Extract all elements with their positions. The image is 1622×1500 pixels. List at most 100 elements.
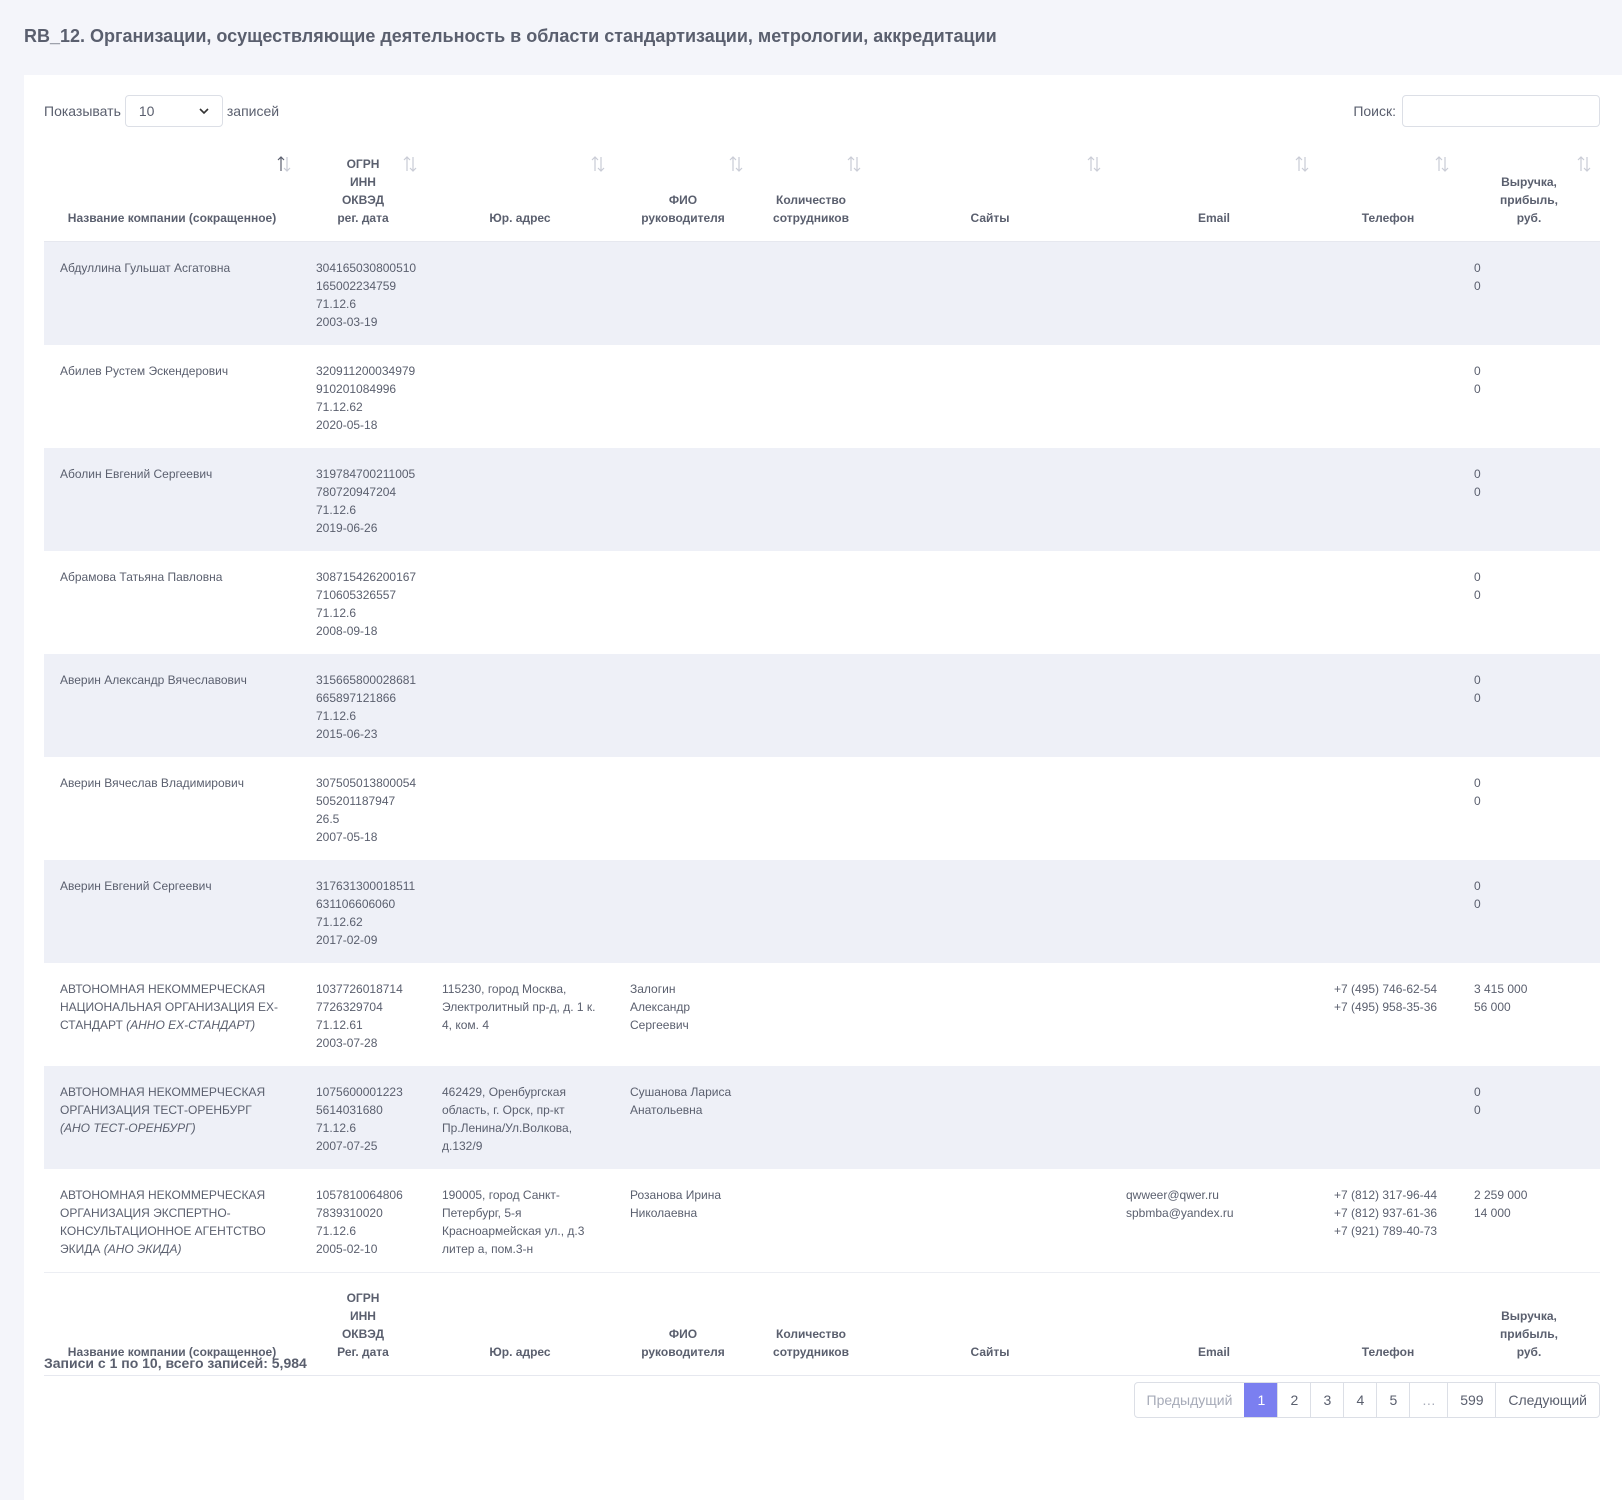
footer-header-revenue: Выручка, прибыль, руб. — [1458, 1271, 1600, 1376]
phone-value: +7 (495) 746-62-54 — [1334, 981, 1438, 996]
cell-ogrn-inn: 304165030800510 165002234759 71.12.6 2003-0… — [300, 241, 426, 345]
address-value: 190005, город Санкт-Петербург, 5-я Красн… — [442, 1187, 585, 1256]
cell-email — [1110, 447, 1318, 551]
okved-value: 71.12.61 — [316, 1017, 363, 1032]
cell-address — [426, 241, 614, 345]
company-short-name: (АНО ТЕСТ-ОРЕНБУРГ) — [60, 1120, 196, 1135]
cell-address — [426, 344, 614, 448]
inn-value: 5614031680 — [316, 1102, 383, 1117]
cell-ogrn-inn: 308715426200167 710605326557 71.12.6 2008-0… — [300, 550, 426, 654]
revenue-value: 0 — [1474, 466, 1481, 481]
cell-director: Розанова Ирина Николаевна — [614, 1168, 752, 1272]
inn-value: 165002234759 — [316, 278, 397, 293]
column-header-revenue[interactable]: Выручка, прибыль, руб. — [1458, 145, 1600, 242]
ogrn-value: 304165030800510 — [316, 260, 417, 275]
cell-company-name: Аболин Евгений Сергеевич — [44, 447, 300, 551]
table-row[interactable]: Абилев Рустем Эскендерович 32091120003497… — [44, 344, 1600, 448]
ogrn-value: 307505013800054 — [316, 775, 417, 790]
email-link[interactable]: spbmba@yandex.ru — [1126, 1204, 1302, 1222]
sort-icon — [1577, 156, 1591, 172]
cell-director — [614, 859, 752, 963]
cell-employees — [752, 447, 870, 551]
page-length-control: Показывать 10 записей — [44, 95, 279, 127]
footer-header-director: ФИО руководителя — [614, 1271, 752, 1376]
ogrn-value: 1075600001223 — [316, 1084, 403, 1099]
revenue-value: 3 415 000 — [1474, 981, 1528, 996]
page-button-3[interactable]: 3 — [1310, 1383, 1343, 1417]
page-button-1[interactable]: 1 — [1244, 1383, 1278, 1417]
revenue-value: 0 — [1474, 569, 1481, 584]
cell-address — [426, 447, 614, 551]
reg-date-value: 2007-05-18 — [316, 829, 378, 844]
cell-sites — [870, 653, 1110, 757]
table-row[interactable]: Аверин Александр Вячеславович 31566580002… — [44, 653, 1600, 757]
ogrn-value: 1037726018714 — [316, 981, 403, 996]
cell-revenue: 00 — [1458, 756, 1600, 860]
cell-employees — [752, 1168, 870, 1272]
profit-value: 0 — [1474, 587, 1481, 602]
cell-address — [426, 550, 614, 654]
page-button-5[interactable]: 5 — [1376, 1383, 1409, 1417]
column-header-name[interactable]: Название компании (сокращенное) — [44, 145, 300, 242]
okved-value: 71.12.62 — [316, 399, 363, 414]
cell-company-name: АВТОНОМНАЯ НЕКОММЕРЧЕСКАЯ ОРГАНИЗАЦИЯ ТЕ… — [44, 1065, 300, 1169]
prev-page-button[interactable]: Предыдущий — [1135, 1383, 1245, 1417]
cell-phone — [1318, 756, 1458, 860]
column-header-ogrn[interactable]: ОГРН ИНН ОКВЭД рег. дата — [300, 145, 426, 242]
next-page-button[interactable]: Следующий — [1495, 1383, 1599, 1417]
reg-date-value: 2015-06-23 — [316, 726, 378, 741]
reg-date-value: 2008-09-18 — [316, 623, 378, 638]
table-row[interactable]: Абрамова Татьяна Павловна 308715426200167… — [44, 550, 1600, 654]
page-button-4[interactable]: 4 — [1343, 1383, 1376, 1417]
okved-value: 71.12.6 — [316, 605, 357, 620]
okved-value: 71.12.6 — [316, 1223, 357, 1238]
table-row[interactable]: Аверин Вячеслав Владимирович 307505013800… — [44, 756, 1600, 860]
column-header-email[interactable]: Email — [1110, 145, 1318, 242]
table-row[interactable]: Абдуллина Гульшат Асгатовна 3041650308005… — [44, 241, 1600, 345]
cell-address — [426, 859, 614, 963]
company-short-name: (АНО ЭКИДА) — [103, 1241, 182, 1256]
revenue-value: 0 — [1474, 260, 1481, 275]
profit-value: 0 — [1474, 793, 1481, 808]
table-row[interactable]: Аболин Евгений Сергеевич 319784700211005 7… — [44, 447, 1600, 551]
cell-sites — [870, 756, 1110, 860]
table-row[interactable]: АВТОНОМНАЯ НЕКОММЕРЧЕСКАЯ НАЦИОНАЛЬНАЯ О… — [44, 962, 1600, 1066]
cell-email — [1110, 962, 1318, 1066]
search-input[interactable] — [1402, 95, 1600, 127]
revenue-value: 0 — [1474, 1084, 1481, 1099]
footer-header-email: Email — [1110, 1271, 1318, 1376]
cell-phone — [1318, 1065, 1458, 1169]
director-value: Сушанова Лариса Анатольевна — [630, 1084, 732, 1117]
cell-company-name: Абрамова Татьяна Павловна — [44, 550, 300, 654]
table-row[interactable]: Аверин Евгений Сергеевич 317631300018511 6… — [44, 859, 1600, 963]
footer-header-address: Юр. адрес — [426, 1271, 614, 1376]
page-length-select[interactable]: 10 — [124, 95, 223, 127]
cell-email — [1110, 756, 1318, 860]
sort-icon — [403, 156, 417, 172]
table-row[interactable]: АВТОНОМНАЯ НЕКОММЕРЧЕСКАЯ ОРГАНИЗАЦИЯ ЭК… — [44, 1168, 1600, 1272]
column-header-phone[interactable]: Телефон — [1318, 145, 1458, 242]
cell-sites — [870, 447, 1110, 551]
cell-employees — [752, 653, 870, 757]
page-button-2[interactable]: 2 — [1277, 1383, 1310, 1417]
footer-header-phone: Телефон — [1318, 1271, 1458, 1376]
email-link[interactable]: qwweer@qwer.ru — [1126, 1186, 1302, 1204]
cell-revenue: 00 — [1458, 241, 1600, 345]
revenue-value: 2 259 000 — [1474, 1187, 1528, 1202]
table-row[interactable]: АВТОНОМНАЯ НЕКОММЕРЧЕСКАЯ ОРГАНИЗАЦИЯ ТЕ… — [44, 1065, 1600, 1169]
okved-value: 71.12.62 — [316, 914, 363, 929]
page-button-last[interactable]: 599 — [1447, 1383, 1495, 1417]
cell-director — [614, 756, 752, 860]
inn-value: 7839310020 — [316, 1205, 383, 1220]
cell-phone: +7 (495) 746-62-54 +7 (495) 958-35-36 — [1318, 962, 1458, 1066]
reg-date-value: 2020-05-18 — [316, 417, 378, 432]
column-header-sites[interactable]: Сайты — [870, 145, 1110, 242]
column-header-employees[interactable]: Количество сотрудников — [752, 145, 870, 242]
column-header-director[interactable]: ФИО руководителя — [614, 145, 752, 242]
cell-employees — [752, 859, 870, 963]
column-header-address[interactable]: Юр. адрес — [426, 145, 614, 242]
cell-revenue: 00 — [1458, 344, 1600, 448]
cell-address: 115230, город Москва, Электролитный пр-д… — [426, 962, 614, 1066]
cell-employees — [752, 1065, 870, 1169]
cell-director: Сушанова Лариса Анатольевна — [614, 1065, 752, 1169]
